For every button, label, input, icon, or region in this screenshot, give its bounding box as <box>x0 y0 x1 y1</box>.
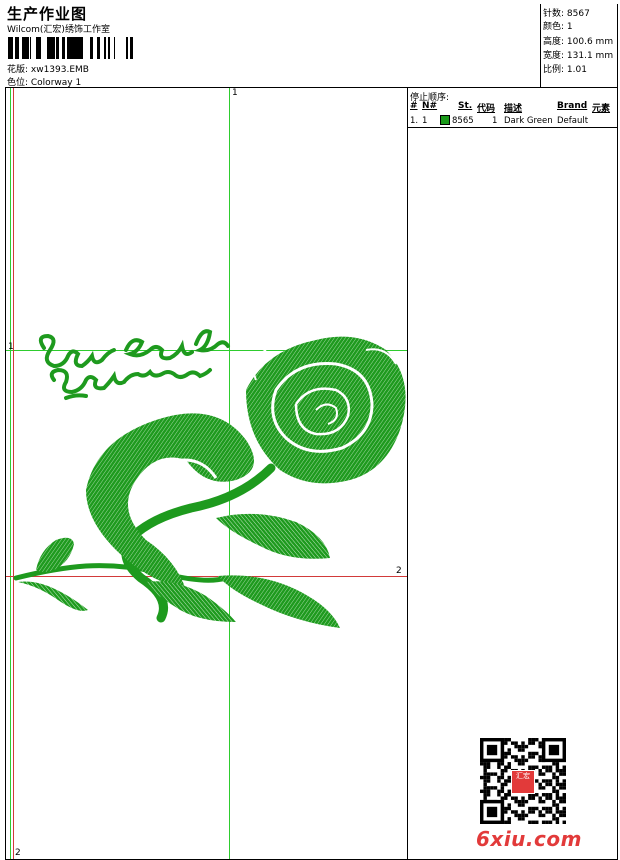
right-leaf <box>216 513 330 559</box>
col-description-header: 描述 <box>504 104 523 114</box>
col-brand-header: Brand <box>557 101 588 111</box>
frame-right <box>617 4 618 859</box>
row-description: Dark Green <box>504 116 553 126</box>
barcode <box>8 37 133 59</box>
header-divider <box>5 87 617 88</box>
stat-colors: 颜色: 1 <box>543 22 573 32</box>
guide-label-v1: 1 <box>232 88 238 98</box>
stat-stitches: 针数: 8567 <box>543 9 590 19</box>
panel-divider <box>407 87 408 859</box>
row-brand: Default <box>557 116 589 126</box>
col-code-header: 代码 <box>477 104 496 114</box>
watermark-logo: 6xiu.com <box>476 827 582 851</box>
stats-panel: 针数: 8567 颜色: 1 高度: 100.6 mm 宽度: 131.1 mm… <box>540 4 619 87</box>
script-lettering <box>38 329 230 400</box>
thread-color-swatch <box>440 115 450 125</box>
stat-width: 宽度: 131.1 mm <box>543 51 614 61</box>
company-name: Wilcom(汇宏)绣饰工作室 <box>7 25 110 35</box>
row-index: 1. <box>410 116 419 126</box>
stop-table-divider <box>407 127 618 128</box>
row-needle: 1 <box>422 116 428 126</box>
col-index-header: # <box>410 101 418 111</box>
col-stitches-header: St. <box>458 101 473 111</box>
seal-stamp: 汇宏 <box>511 770 535 794</box>
stat-scale: 比例: 1.01 <box>543 65 587 75</box>
bottom-leaf <box>218 575 340 628</box>
row-code: 1 <box>492 116 498 126</box>
page-title: 生产作业图 <box>7 5 88 23</box>
design-file: 花版: xw1393.EMB <box>7 65 89 75</box>
stat-height: 高度: 100.6 mm <box>543 37 614 47</box>
embroidery-design <box>13 329 406 628</box>
guide-label-bottom: 2 <box>15 848 21 858</box>
row-stitches: 8565 <box>452 116 474 126</box>
col-element-header: 元素 <box>592 104 611 114</box>
rose-bloom <box>246 336 406 484</box>
col-needle-header: N# <box>422 101 438 111</box>
